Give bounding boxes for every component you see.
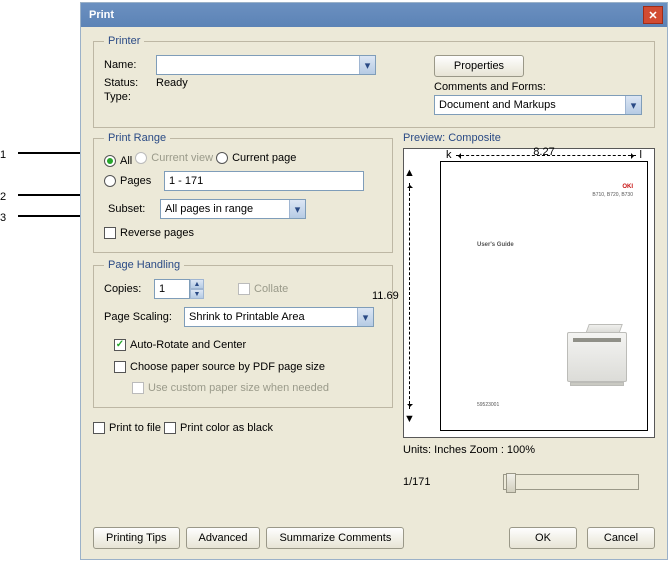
comments-dropdown[interactable]: Document and Markups ▾ [434,95,642,115]
comments-label: Comments and Forms: [434,81,546,93]
radio-icon [104,175,116,187]
preview-page: OKI B710, B720, B730 User's Guide 595230… [440,161,648,431]
print-range-group: Print Range All Current view Current pag… [93,132,393,253]
close-icon: ✕ [648,9,657,22]
spin-up-icon[interactable]: ▲ [190,279,204,289]
radio-all[interactable]: All [104,155,132,167]
pages-input[interactable]: 1 - 171 [164,171,364,191]
radio-all-label: All [120,155,132,167]
preview-doc-partno: 59523001 [477,402,499,408]
custom-size-label: Use custom paper size when needed [148,382,329,394]
checkbox-icon: ✓ [114,339,126,351]
print-to-file-label: Print to file [109,422,161,434]
preview-doc-heading: User's Guide [477,242,514,248]
choose-source-label: Choose paper source by PDF page size [130,361,325,373]
scaling-value: Shrink to Printable Area [185,311,357,323]
type-label: Type: [104,91,156,103]
checkbox-icon [164,422,176,434]
subset-label: Subset: [104,203,160,215]
collate-label: Collate [254,283,288,295]
properties-button[interactable]: Properties [434,55,524,77]
slider-thumb[interactable] [506,473,516,493]
summarize-comments-button[interactable]: Summarize Comments [266,527,404,549]
preview-doc-brand: OKI [622,184,633,190]
page-handling-group: Page Handling Copies: 1 ▲ ▼ [93,259,393,408]
check-reverse-pages[interactable]: Reverse pages [104,227,194,239]
checkbox-icon [132,382,144,394]
close-button[interactable]: ✕ [643,6,663,24]
window-title: Print [89,9,114,21]
check-choose-source[interactable]: Choose paper source by PDF page size [104,361,325,373]
annotation-1-line [18,152,84,154]
status-label: Status: [104,77,156,89]
checkbox-icon [93,422,105,434]
ok-button[interactable]: OK [509,527,577,549]
printer-legend: Printer [104,35,144,47]
subset-value: All pages in range [161,203,289,215]
checkbox-icon [114,361,126,373]
radio-current-page[interactable]: Current page [216,152,296,164]
radio-icon [135,152,147,164]
auto-rotate-label: Auto-Rotate and Center [130,339,246,351]
check-collate: Collate [238,283,288,295]
titlebar[interactable]: Print ✕ [81,3,667,27]
chevron-down-icon[interactable]: ▾ [359,56,375,74]
advanced-button[interactable]: Advanced [186,527,261,549]
scaling-label: Page Scaling: [104,311,184,323]
radio-pages[interactable]: Pages 1 - 171 [104,171,364,191]
chevron-down-icon[interactable]: ▾ [289,200,305,218]
printing-tips-button[interactable]: Printing Tips [93,527,180,549]
check-custom-size: Use custom paper size when needed [104,382,329,394]
radio-pages-label: Pages [120,175,160,187]
check-auto-rotate[interactable]: ✓ Auto-Rotate and Center [104,339,246,351]
check-print-color-black[interactable]: Print color as black [164,422,273,434]
radio-icon [216,152,228,164]
print-range-legend: Print Range [104,132,170,144]
radio-current-view: Current view [135,152,213,164]
preview-height-value: 11.69 [372,290,399,302]
preview-height-dim: ▲ ▼ 11.69 [404,167,415,425]
preview-page-slider[interactable] [503,474,639,490]
subset-dropdown[interactable]: All pages in range ▾ [160,199,306,219]
printer-name-dropdown[interactable]: ▾ [156,55,376,75]
annotation-2-line [18,194,84,196]
preview-page-counter: 1/171 [403,476,503,488]
preview-legend: Preview: Composite [403,132,655,144]
print-color-black-label: Print color as black [180,422,273,434]
scaling-dropdown[interactable]: Shrink to Printable Area ▾ [184,307,374,327]
annotation-3: 3 [0,210,15,224]
printer-illustration [567,332,627,382]
annotation-2: 2 [0,189,15,203]
copies-label: Copies: [104,283,154,295]
printer-group: Printer Name: ▾ Status: Ready [93,35,655,128]
check-print-to-file[interactable]: Print to file [93,422,161,434]
annotation-1: 1 [0,147,15,161]
preview-units-label: Units: Inches Zoom : 100% [403,444,655,456]
page-handling-legend: Page Handling [104,259,184,271]
checkbox-icon [104,227,116,239]
radio-current-view-label: Current view [151,152,213,164]
radio-current-page-label: Current page [232,152,296,164]
preview-doc-subtitle: B710, B720, B730 [592,192,633,198]
preview-width-value: 8.27 [533,146,554,158]
cancel-button[interactable]: Cancel [587,527,655,549]
reverse-pages-label: Reverse pages [120,227,194,239]
spin-down-icon[interactable]: ▼ [190,289,204,299]
checkbox-icon [238,283,250,295]
chevron-down-icon[interactable]: ▾ [357,308,373,326]
print-dialog: Print ✕ Printer Name: ▾ [80,2,668,560]
preview-width-dim: k 8.27 l [446,149,642,161]
radio-icon [104,155,116,167]
comments-value: Document and Markups [435,99,625,111]
status-value: Ready [156,77,188,89]
preview-box: k 8.27 l ▲ ▼ 11.69 OKI [403,148,655,438]
name-label: Name: [104,59,156,71]
chevron-down-icon[interactable]: ▾ [625,96,641,114]
copies-stepper[interactable]: 1 ▲ ▼ [154,279,204,299]
annotation-3-line [18,215,84,217]
